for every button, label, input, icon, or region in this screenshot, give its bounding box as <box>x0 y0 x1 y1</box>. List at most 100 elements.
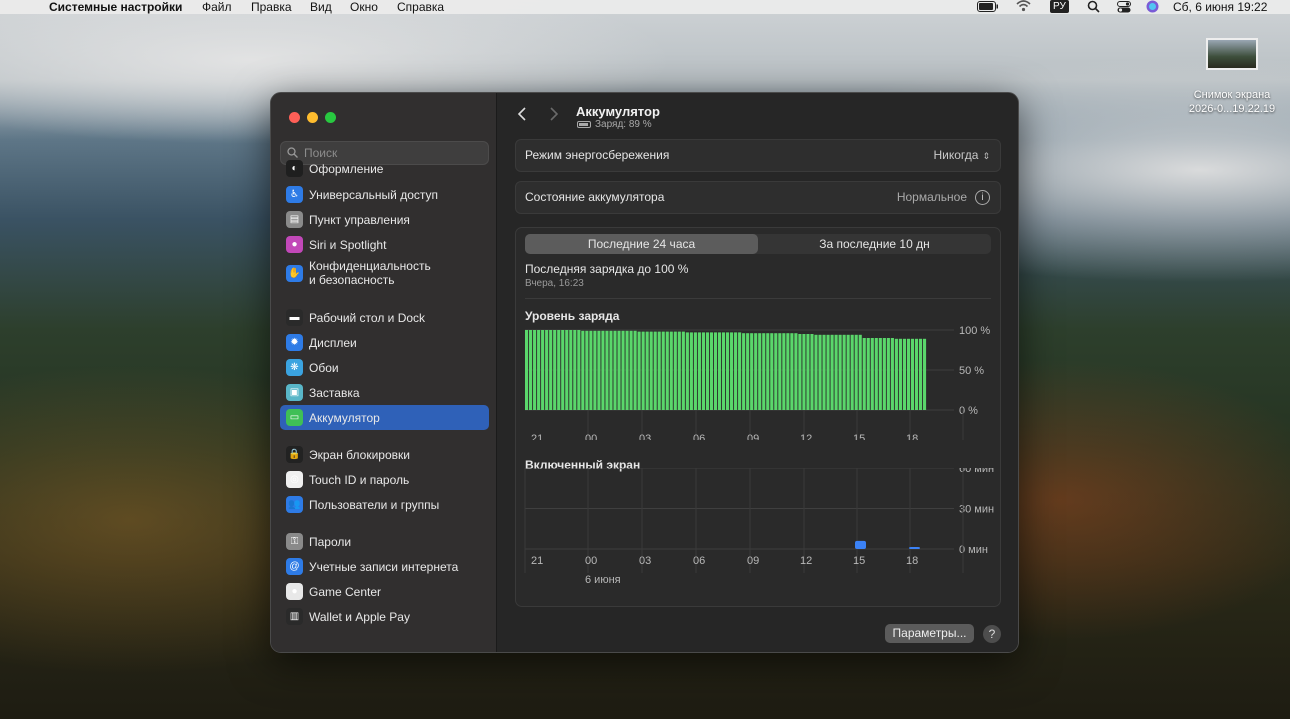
mini-battery-icon <box>577 121 591 128</box>
battery-level-bar <box>597 330 601 410</box>
battery-level-bar <box>766 333 770 410</box>
sidebar-item-label: Siri и Spotlight <box>309 237 387 252</box>
menubar-clock[interactable]: Сб, 6 июня 19:22 <box>1173 0 1267 14</box>
battery-level-bar <box>717 332 722 410</box>
battery-level-bar <box>830 334 834 410</box>
back-chevron-icon[interactable] <box>517 107 527 126</box>
x-tick-label: 09 <box>747 555 759 567</box>
menu-bar: Системные настройки Файл Правка Вид Окно… <box>0 0 1290 14</box>
battery-level-bar <box>649 331 653 410</box>
battery-level-bar <box>778 333 782 410</box>
battery-level-chart: 100 % 50 % 0 % 21 00 03 06 09 12 15 18 <box>525 325 990 440</box>
sidebar-item-16[interactable]: ▥ Wallet и Apple Pay <box>280 604 489 629</box>
battery-level-bar <box>577 330 581 410</box>
battery-level-bar <box>641 331 645 410</box>
desktop-screenshot-thumbnail[interactable] <box>1206 38 1258 70</box>
sidebar-item-12[interactable]: 👥 Пользователи и группы <box>280 492 489 517</box>
battery-level-bar <box>709 332 714 410</box>
battery-pane: Аккумулятор Заряд: 89 % Режим энергосбер… <box>497 93 1018 652</box>
close-window-button[interactable] <box>289 112 300 123</box>
keyboard-layout-badge[interactable]: РУ <box>1050 0 1069 13</box>
battery-level-bar <box>705 332 710 410</box>
x-tick-label: 15 <box>853 433 865 440</box>
sidebar-item-label: Wallet и Apple Pay <box>309 609 410 624</box>
sidebar-item-3[interactable]: ● Siri и Spotlight <box>280 232 489 257</box>
info-icon[interactable]: i <box>975 190 990 206</box>
sidebar-item-9[interactable]: ▭ Аккумулятор <box>280 405 489 430</box>
battery-level-bar <box>902 338 906 410</box>
battery-level-bar <box>882 338 886 410</box>
menu-help[interactable]: Справка <box>397 0 444 14</box>
menu-edit[interactable]: Правка <box>251 0 292 14</box>
battery-level-bar <box>790 333 794 410</box>
x-tick-label: 12 <box>800 433 812 440</box>
control-center-icon[interactable] <box>1117 1 1131 16</box>
sidebar-item-7[interactable]: ❋ Обои <box>280 355 489 380</box>
wifi-icon[interactable] <box>1016 0 1031 15</box>
sidebar-item-2[interactable]: ▤ Пункт управления <box>280 207 489 232</box>
battery-level-bar <box>822 334 826 410</box>
sidebar-item-label: Заставка <box>309 385 360 400</box>
sidebar-item-6[interactable]: ✹ Дисплеи <box>280 330 489 355</box>
battery-level-bar <box>549 330 553 410</box>
last-charge-time: Вчера, 16:23 <box>525 278 584 289</box>
battery-charge-subtitle: Заряд: 89 % <box>577 119 652 130</box>
sidebar-item-11[interactable]: ◎ Touch ID и пароль <box>280 467 489 492</box>
up-down-chevron-icon: ⇕ <box>982 151 990 161</box>
battery-level-bar <box>581 330 585 410</box>
battery-status-icon[interactable] <box>977 1 999 15</box>
battery-level-bar <box>713 332 718 410</box>
sidebar-item-15[interactable]: ● Game Center <box>280 579 489 604</box>
battery-level-bar <box>890 338 894 410</box>
tab-last-24-hours[interactable]: Последние 24 часа <box>525 234 758 254</box>
wallet-icon: ▥ <box>286 608 303 625</box>
tab-last-10-days[interactable]: За последние 10 дн <box>758 234 991 254</box>
x-tick-label: 03 <box>639 433 651 440</box>
forward-chevron-icon[interactable] <box>549 107 559 126</box>
sidebar-item-1[interactable]: ♿ Универсальный доступ <box>280 182 489 207</box>
x-tick-label: 12 <box>800 555 812 567</box>
menu-view[interactable]: Вид <box>310 0 332 14</box>
battery-level-bar <box>870 338 874 410</box>
sidebar-item-label: Пользователи и группы <box>309 497 440 512</box>
screen-on-bar <box>909 547 920 549</box>
options-button[interactable]: Параметры... <box>885 624 974 643</box>
zoom-window-button[interactable] <box>325 112 336 123</box>
desktop-screenshot-label[interactable]: Снимок экрана 2026-0...19.22.19 <box>1180 88 1284 116</box>
sidebar-item-label: Дисплеи <box>309 335 357 350</box>
sidebar-item-5[interactable]: ▬ Рабочий стол и Dock <box>280 305 489 330</box>
sidebar-item-13[interactable]: ⚿ Пароли <box>280 529 489 554</box>
sidebar: Поиск ◐ Оформление ♿ Универсальный доступ ▤ П… <box>271 93 497 652</box>
spotlight-search-icon[interactable] <box>1087 0 1100 16</box>
battery-level-bar <box>906 338 911 410</box>
battery-level-bar <box>842 334 846 410</box>
battery-health-row: Состояние аккумулятора Нормальное i <box>515 181 1001 214</box>
battery-level-bar <box>886 338 890 410</box>
siri-icon[interactable] <box>1146 0 1159 16</box>
battery-level-bar <box>605 330 609 410</box>
battery-level-bar <box>746 333 750 410</box>
users-icon: 👥 <box>286 496 303 513</box>
menu-file[interactable]: Файл <box>202 0 232 14</box>
help-button[interactable]: ? <box>983 625 1001 643</box>
battery-level-bar <box>754 333 758 410</box>
battery-level-bar <box>914 338 919 410</box>
game-center-icon: ● <box>286 583 303 600</box>
sidebar-item-8[interactable]: ▣ Заставка <box>280 380 489 405</box>
battery-level-bar <box>685 332 689 410</box>
battery-level-bar <box>645 331 649 410</box>
battery-level-bar <box>762 333 766 410</box>
battery-level-bar <box>665 331 669 410</box>
low-power-mode-popup[interactable]: Никогда ⇕ <box>934 140 991 172</box>
battery-level-bar <box>585 330 589 410</box>
control-center-icon: ▤ <box>286 211 303 228</box>
app-menu[interactable]: Системные настройки <box>49 0 182 14</box>
sidebar-item-10[interactable]: 🔒 Экран блокировки <box>280 442 489 467</box>
battery-level-bar <box>782 333 786 410</box>
sidebar-item-label: Оформление <box>309 161 384 176</box>
menu-window[interactable]: Окно <box>350 0 378 14</box>
minimize-window-button[interactable] <box>307 112 318 123</box>
sidebar-item-0[interactable]: ◐ Оформление <box>280 156 489 181</box>
sidebar-item-14[interactable]: @ Учетные записи интернета <box>280 554 489 579</box>
sidebar-item-4[interactable]: ✋ Конфиденциальность и безопасность <box>280 257 489 289</box>
